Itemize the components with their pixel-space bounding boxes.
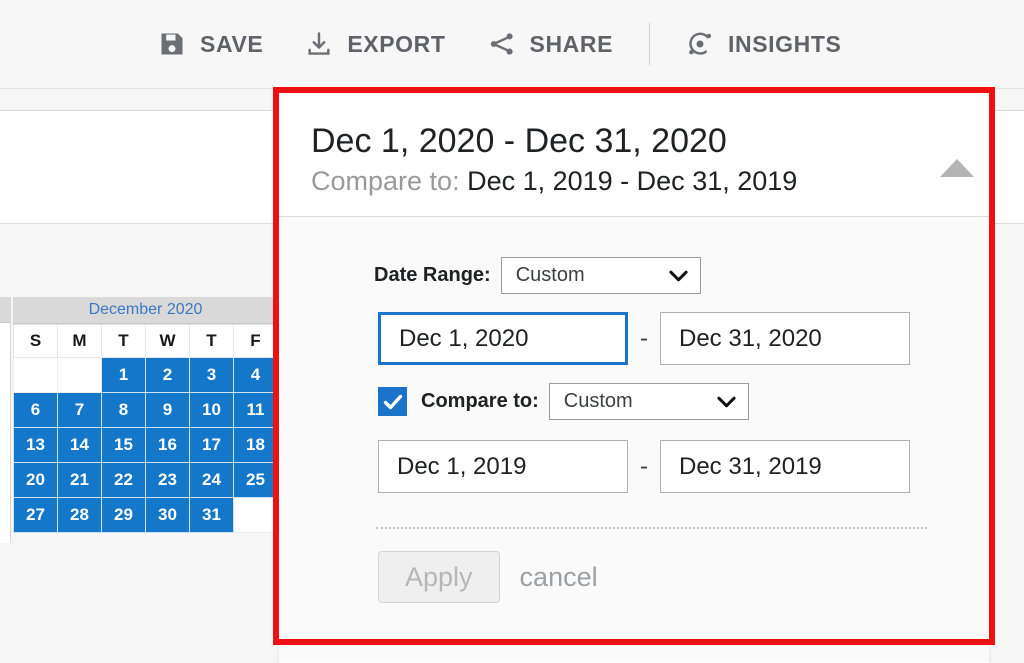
calendar-weekday: T	[189, 324, 234, 358]
calendar-week-row: 6 7 8 9 10 11	[13, 392, 278, 428]
date-range-picker-body: Date Range: Custom Dec 1, 2020 - Dec 31,…	[279, 217, 989, 662]
compare-to-select-value: Custom	[563, 390, 633, 412]
previous-month-header-clipped	[0, 297, 10, 323]
triangle-up-icon[interactable]	[940, 159, 974, 177]
export-button[interactable]: EXPORT	[305, 30, 445, 58]
calendar-day-selected[interactable]: 21	[57, 462, 102, 498]
compare-range-value: Dec 1, 2019 - Dec 31, 2019	[467, 166, 798, 196]
selected-range-text: Dec 1, 2020 - Dec 31, 2020	[311, 122, 727, 160]
calendar-weekday: S	[13, 324, 58, 358]
insights-button[interactable]: INSIGHTS	[686, 30, 841, 58]
calendar-day-selected[interactable]: 20	[13, 462, 58, 498]
calendar-day-selected[interactable]: 28	[57, 497, 102, 533]
compare-range-separator: -	[640, 452, 648, 480]
calendar-day-selected[interactable]: 14	[57, 427, 102, 463]
calendar-weekday: M	[57, 324, 102, 358]
calendar-day-selected[interactable]: 1	[101, 357, 146, 393]
calendar-day-selected[interactable]: 6	[13, 392, 58, 428]
calendar-grid: S M T W T F 1 2 3 4 6 7 8 9 10 11 13 14 15 16 17 18 20 21…	[13, 324, 278, 533]
calendar-day-empty	[13, 357, 58, 393]
compare-to-checkbox[interactable]	[378, 387, 407, 416]
save-button[interactable]: SAVE	[158, 30, 263, 58]
compare-date-inputs-row: Dec 1, 2019 - Dec 31, 2019	[279, 440, 989, 493]
calendar-day-selected[interactable]: 3	[189, 357, 234, 393]
calendar-day-selected[interactable]: 8	[101, 392, 146, 428]
calendar-day-selected[interactable]: 24	[189, 462, 234, 498]
calendar-weekday-row: S M T W T F	[13, 324, 278, 358]
share-label: SHARE	[529, 30, 614, 57]
save-label: SAVE	[200, 30, 264, 57]
date-range-select-value: Custom	[515, 264, 585, 286]
calendar-day-selected[interactable]: 18	[233, 427, 278, 463]
calendar-day-selected[interactable]: 7	[57, 392, 102, 428]
calendar-week-row: 20 21 22 23 24 25	[13, 462, 278, 498]
calendar-day-selected[interactable]: 16	[145, 427, 190, 463]
check-icon	[383, 394, 402, 409]
compare-range-text: Compare to: Dec 1, 2019 - Dec 31, 2019	[311, 163, 989, 199]
calendar-day-selected[interactable]: 22	[101, 462, 146, 498]
picker-actions-row: Apply cancel	[279, 551, 989, 603]
insights-label: INSIGHTS	[728, 30, 842, 57]
compare-to-label: Compare to:	[421, 390, 539, 412]
calendar-day-selected[interactable]: 10	[189, 392, 234, 428]
compare-prefix-label: Compare to:	[311, 166, 468, 196]
calendar-weekday: W	[145, 324, 190, 358]
calendar-month-label: December 2020	[13, 297, 278, 324]
calendar-day-selected[interactable]: 25	[233, 462, 278, 498]
calendar-day-selected[interactable]: 13	[13, 427, 58, 463]
calendar-weekday: T	[101, 324, 146, 358]
calendar-day-selected[interactable]: 2	[145, 357, 190, 393]
calendar-week-row: 27 28 29 30 31	[13, 497, 278, 533]
date-range-label: Date Range:	[374, 264, 491, 286]
toolbar-divider	[649, 23, 651, 65]
calendar-day-selected[interactable]: 29	[101, 497, 146, 533]
primary-start-date-input[interactable]: Dec 1, 2020	[378, 312, 628, 365]
share-button[interactable]: SHARE	[488, 30, 614, 58]
chevron-down-icon	[669, 270, 688, 282]
calendar-december-2020: December 2020 S M T W T F 1 2 3 4 6 7 8 9 10 11 13…	[13, 297, 278, 533]
date-range-summary-header[interactable]: Dec 1, 2020 - Dec 31, 2020 Compare to: D…	[279, 93, 989, 217]
calendar-day-selected[interactable]: 11	[233, 392, 278, 428]
date-range-select[interactable]: Custom	[500, 257, 701, 294]
date-range-picker-popup: Dec 1, 2020 - Dec 31, 2020 Compare to: D…	[279, 93, 989, 663]
calendar-day-selected[interactable]: 31	[189, 497, 234, 533]
calendar-day-selected[interactable]: 9	[145, 392, 190, 428]
calendar-day-selected[interactable]: 30	[145, 497, 190, 533]
compare-to-row: Compare to: Custom	[279, 383, 989, 420]
calendar-day-selected[interactable]: 27	[13, 497, 58, 533]
calendar-week-row: 13 14 15 16 17 18	[13, 427, 278, 463]
compare-end-date-input[interactable]: Dec 31, 2019	[660, 440, 910, 493]
cancel-button[interactable]: cancel	[520, 562, 598, 593]
report-toolbar: SAVE EXPORT SHARE INSIGHTS	[0, 0, 883, 88]
date-range-row: Date Range: Custom	[279, 257, 989, 294]
primary-date-inputs-row: Dec 1, 2020 - Dec 31, 2020	[279, 312, 989, 365]
primary-end-date-input[interactable]: Dec 31, 2020	[660, 312, 910, 365]
primary-range-separator: -	[640, 324, 648, 352]
calendar-day-selected[interactable]: 17	[189, 427, 234, 463]
share-nodes-icon	[488, 30, 516, 58]
compare-start-date-input[interactable]: Dec 1, 2019	[378, 440, 628, 493]
previous-month-calendar-clipped	[0, 297, 11, 543]
calendar-day-selected[interactable]: 4	[233, 357, 278, 393]
calendar-week-row: 1234	[13, 357, 278, 393]
actions-divider	[376, 527, 927, 529]
calendar-day-selected[interactable]: 15	[101, 427, 146, 463]
calendar-week-rows: 1 2 3 4 6 7 8 9 10 11 13 14 15 16 17 18 20 21 22 23 24 25 27 28…	[13, 357, 278, 533]
compare-to-select[interactable]: Custom	[548, 383, 749, 420]
save-disk-icon	[158, 30, 186, 58]
calendar-day-empty	[233, 497, 278, 533]
chevron-down-icon	[717, 396, 736, 408]
calendar-day-selected[interactable]: 23	[145, 462, 190, 498]
calendar-day-empty	[57, 357, 102, 393]
export-label: EXPORT	[347, 30, 446, 57]
download-tray-icon	[305, 30, 333, 58]
insights-orbit-icon	[686, 30, 714, 58]
apply-button[interactable]: Apply	[378, 551, 500, 603]
calendar-weekday: F	[233, 324, 278, 358]
